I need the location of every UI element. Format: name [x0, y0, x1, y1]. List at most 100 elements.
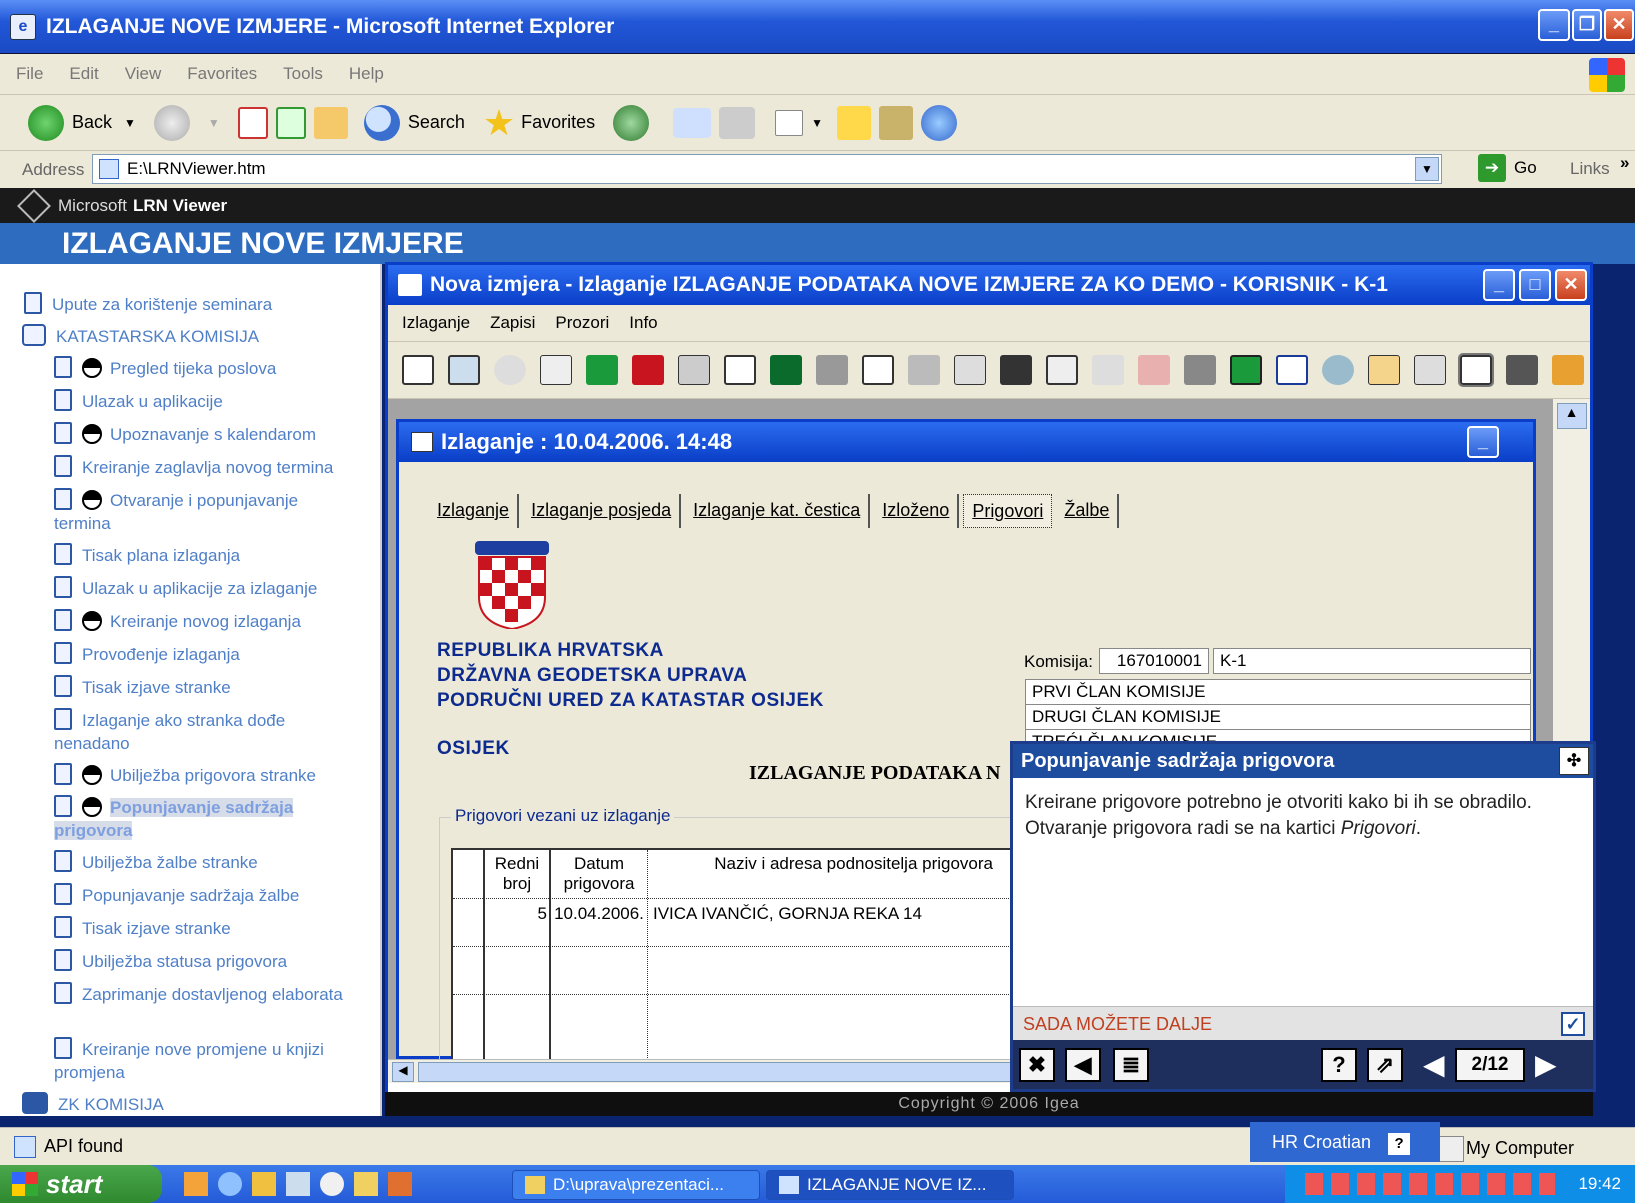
stop-icon[interactable]: [237, 106, 268, 139]
menu-tools[interactable]: Tools: [283, 64, 323, 84]
minimize-button[interactable]: _: [1538, 9, 1570, 41]
notes-button[interactable]: ≣: [1113, 1048, 1149, 1082]
edit-word-icon[interactable]: [775, 109, 804, 136]
nav-item[interactable]: Kreiranje zaglavlja novog termina: [54, 455, 333, 479]
nav-item[interactable]: ZK KOMISIJA: [22, 1092, 164, 1116]
tab-izlaganje-kat-cestica[interactable]: Izlaganje kat. čestica: [685, 494, 871, 528]
exit-icon[interactable]: [1552, 355, 1584, 385]
menu-edit[interactable]: Edit: [69, 64, 98, 84]
grid-cell[interactable]: IVICA IVANČIĆ, GORNJA REKA 14: [653, 904, 1053, 924]
book-green-icon[interactable]: [586, 355, 618, 385]
menu-info[interactable]: Info: [629, 313, 657, 333]
done-checkbox-icon[interactable]: ✓: [1561, 1012, 1585, 1036]
globe-icon[interactable]: [1322, 355, 1354, 385]
nav-item[interactable]: Pregled tijeka poslova: [54, 356, 276, 380]
edit-dropdown-icon[interactable]: ▼: [811, 116, 823, 130]
grid-cell[interactable]: 5: [487, 904, 547, 924]
komisija-code-field[interactable]: 167010001: [1099, 648, 1209, 674]
close-button[interactable]: ✕: [1604, 9, 1634, 41]
scroll-up-icon[interactable]: ▲: [1556, 403, 1587, 429]
taskbar-button-folder[interactable]: D:\uprava\prezentaci...: [512, 1170, 760, 1200]
help-button[interactable]: ?: [1321, 1048, 1357, 1082]
print-preview-icon[interactable]: [862, 355, 894, 385]
menu-help[interactable]: Help: [349, 64, 384, 84]
nav-item[interactable]: Upute za korištenje seminara: [24, 292, 272, 316]
language-bar[interactable]: HR Croatian ?: [1250, 1122, 1440, 1162]
document-icon[interactable]: [540, 355, 572, 385]
nav-item[interactable]: Ubilježba žalbe stranke: [54, 850, 258, 874]
nav-item[interactable]: Popunjavanje sadržaja žalbe: [54, 883, 299, 907]
nav-item[interactable]: Ulazak u aplikacije: [54, 389, 223, 413]
menu-file[interactable]: File: [16, 64, 43, 84]
forward-dropdown-icon[interactable]: ▼: [208, 116, 220, 130]
book-red-icon[interactable]: [632, 355, 664, 385]
menu-izlaganje[interactable]: Izlaganje: [402, 313, 470, 333]
menu-zapisi[interactable]: Zapisi: [490, 313, 535, 333]
calculator-icon[interactable]: [1368, 355, 1400, 385]
nav-item[interactable]: Otvaranje i popunjavanje termina: [54, 488, 354, 535]
eraser-icon[interactable]: [1138, 355, 1170, 385]
discuss-icon[interactable]: [837, 105, 872, 140]
favorites-button[interactable]: ★ Favorites: [483, 102, 595, 144]
nav-item[interactable]: Ubilježba prigovora stranke: [54, 763, 316, 787]
cut-icon[interactable]: [908, 355, 940, 385]
nav-item[interactable]: KATASTARSKA KOMISIJA: [22, 324, 259, 348]
nav-item[interactable]: Tisak plana izlaganja: [54, 543, 240, 567]
exit-button[interactable]: ⇗: [1367, 1048, 1403, 1082]
address-dropdown-icon[interactable]: ▼: [1415, 157, 1439, 181]
tab-izlaganje[interactable]: Izlaganje: [429, 494, 520, 528]
chart-icon[interactable]: [1414, 355, 1446, 385]
delete-trash-icon[interactable]: [1184, 355, 1216, 385]
nav-item[interactable]: Kreiranje novog izlaganja: [54, 609, 301, 633]
nav-item[interactable]: Tisak izjave stranke: [54, 916, 231, 940]
pl-icon[interactable]: [1276, 355, 1308, 385]
child-minimize-button[interactable]: _: [1467, 426, 1499, 458]
scroll-left-icon[interactable]: ◀: [392, 1062, 414, 1082]
folder-quicklaunch-icon[interactable]: [354, 1172, 378, 1196]
taskbar-button-ie[interactable]: IZLAGANJE NOVE IZ...: [766, 1170, 1014, 1200]
back-dropdown-icon[interactable]: ▼: [124, 116, 136, 130]
back-button[interactable]: Back ▼: [28, 104, 136, 141]
print-icon[interactable]: [719, 106, 756, 139]
audio-button[interactable]: ◀: [1065, 1048, 1101, 1082]
next-page-icon[interactable]: ▶: [1535, 1048, 1557, 1081]
menu-favorites[interactable]: Favorites: [187, 64, 257, 84]
desktop-icon[interactable]: [286, 1172, 310, 1196]
nav-item[interactable]: Provođenje izlaganja: [54, 642, 240, 666]
research-icon[interactable]: [879, 105, 914, 140]
nav-item[interactable]: Ulazak u aplikacije za izlaganje: [54, 576, 317, 600]
home-icon[interactable]: [313, 106, 348, 139]
menu-view[interactable]: View: [125, 64, 162, 84]
resize-icon[interactable]: ✣: [1559, 747, 1589, 775]
card-icon[interactable]: [1458, 353, 1494, 387]
nav-item[interactable]: Kreiranje nove promjene u knjizi promjen…: [54, 1037, 344, 1084]
help-question-icon[interactable]: ?: [1388, 1133, 1411, 1155]
history-icon[interactable]: [613, 104, 650, 141]
member-field[interactable]: PRVI ČLAN KOMISIJE: [1025, 679, 1531, 705]
form-icon[interactable]: [448, 355, 480, 385]
filter-icon[interactable]: [1092, 355, 1124, 385]
outlook-icon[interactable]: [184, 1172, 208, 1196]
find-binoculars-icon[interactable]: [1000, 355, 1032, 385]
restore-button[interactable]: ❐: [1572, 9, 1602, 41]
list-icon[interactable]: [1046, 355, 1078, 385]
menu-prozori[interactable]: Prozori: [555, 313, 609, 333]
tab-izlozeno[interactable]: Izloženo: [874, 494, 960, 528]
forward-arrow-icon[interactable]: [153, 104, 190, 141]
keys-icon[interactable]: [1506, 355, 1538, 385]
app-minimize-button[interactable]: _: [1483, 269, 1515, 301]
previous-page-icon[interactable]: ◀: [1423, 1048, 1445, 1081]
komisija-id-field[interactable]: K-1: [1213, 648, 1531, 674]
map-icon[interactable]: [1230, 355, 1262, 385]
chevron-more-icon[interactable]: »: [1620, 153, 1629, 173]
app-quicklaunch-icon[interactable]: [388, 1172, 412, 1196]
go-button[interactable]: ➔ Go: [1478, 154, 1537, 182]
app-close-button[interactable]: ✕: [1555, 269, 1587, 301]
address-input[interactable]: E:\LRNViewer.htm ▼: [92, 154, 1442, 184]
tab-prigovori[interactable]: Prigovori: [963, 494, 1053, 528]
print-icon[interactable]: [816, 355, 848, 385]
links-button[interactable]: Links: [1570, 159, 1610, 179]
mail-icon[interactable]: [673, 107, 712, 138]
nav-item[interactable]: Upoznavanje s kalendarom: [54, 422, 316, 446]
messenger-quicklaunch-icon[interactable]: [252, 1172, 276, 1196]
